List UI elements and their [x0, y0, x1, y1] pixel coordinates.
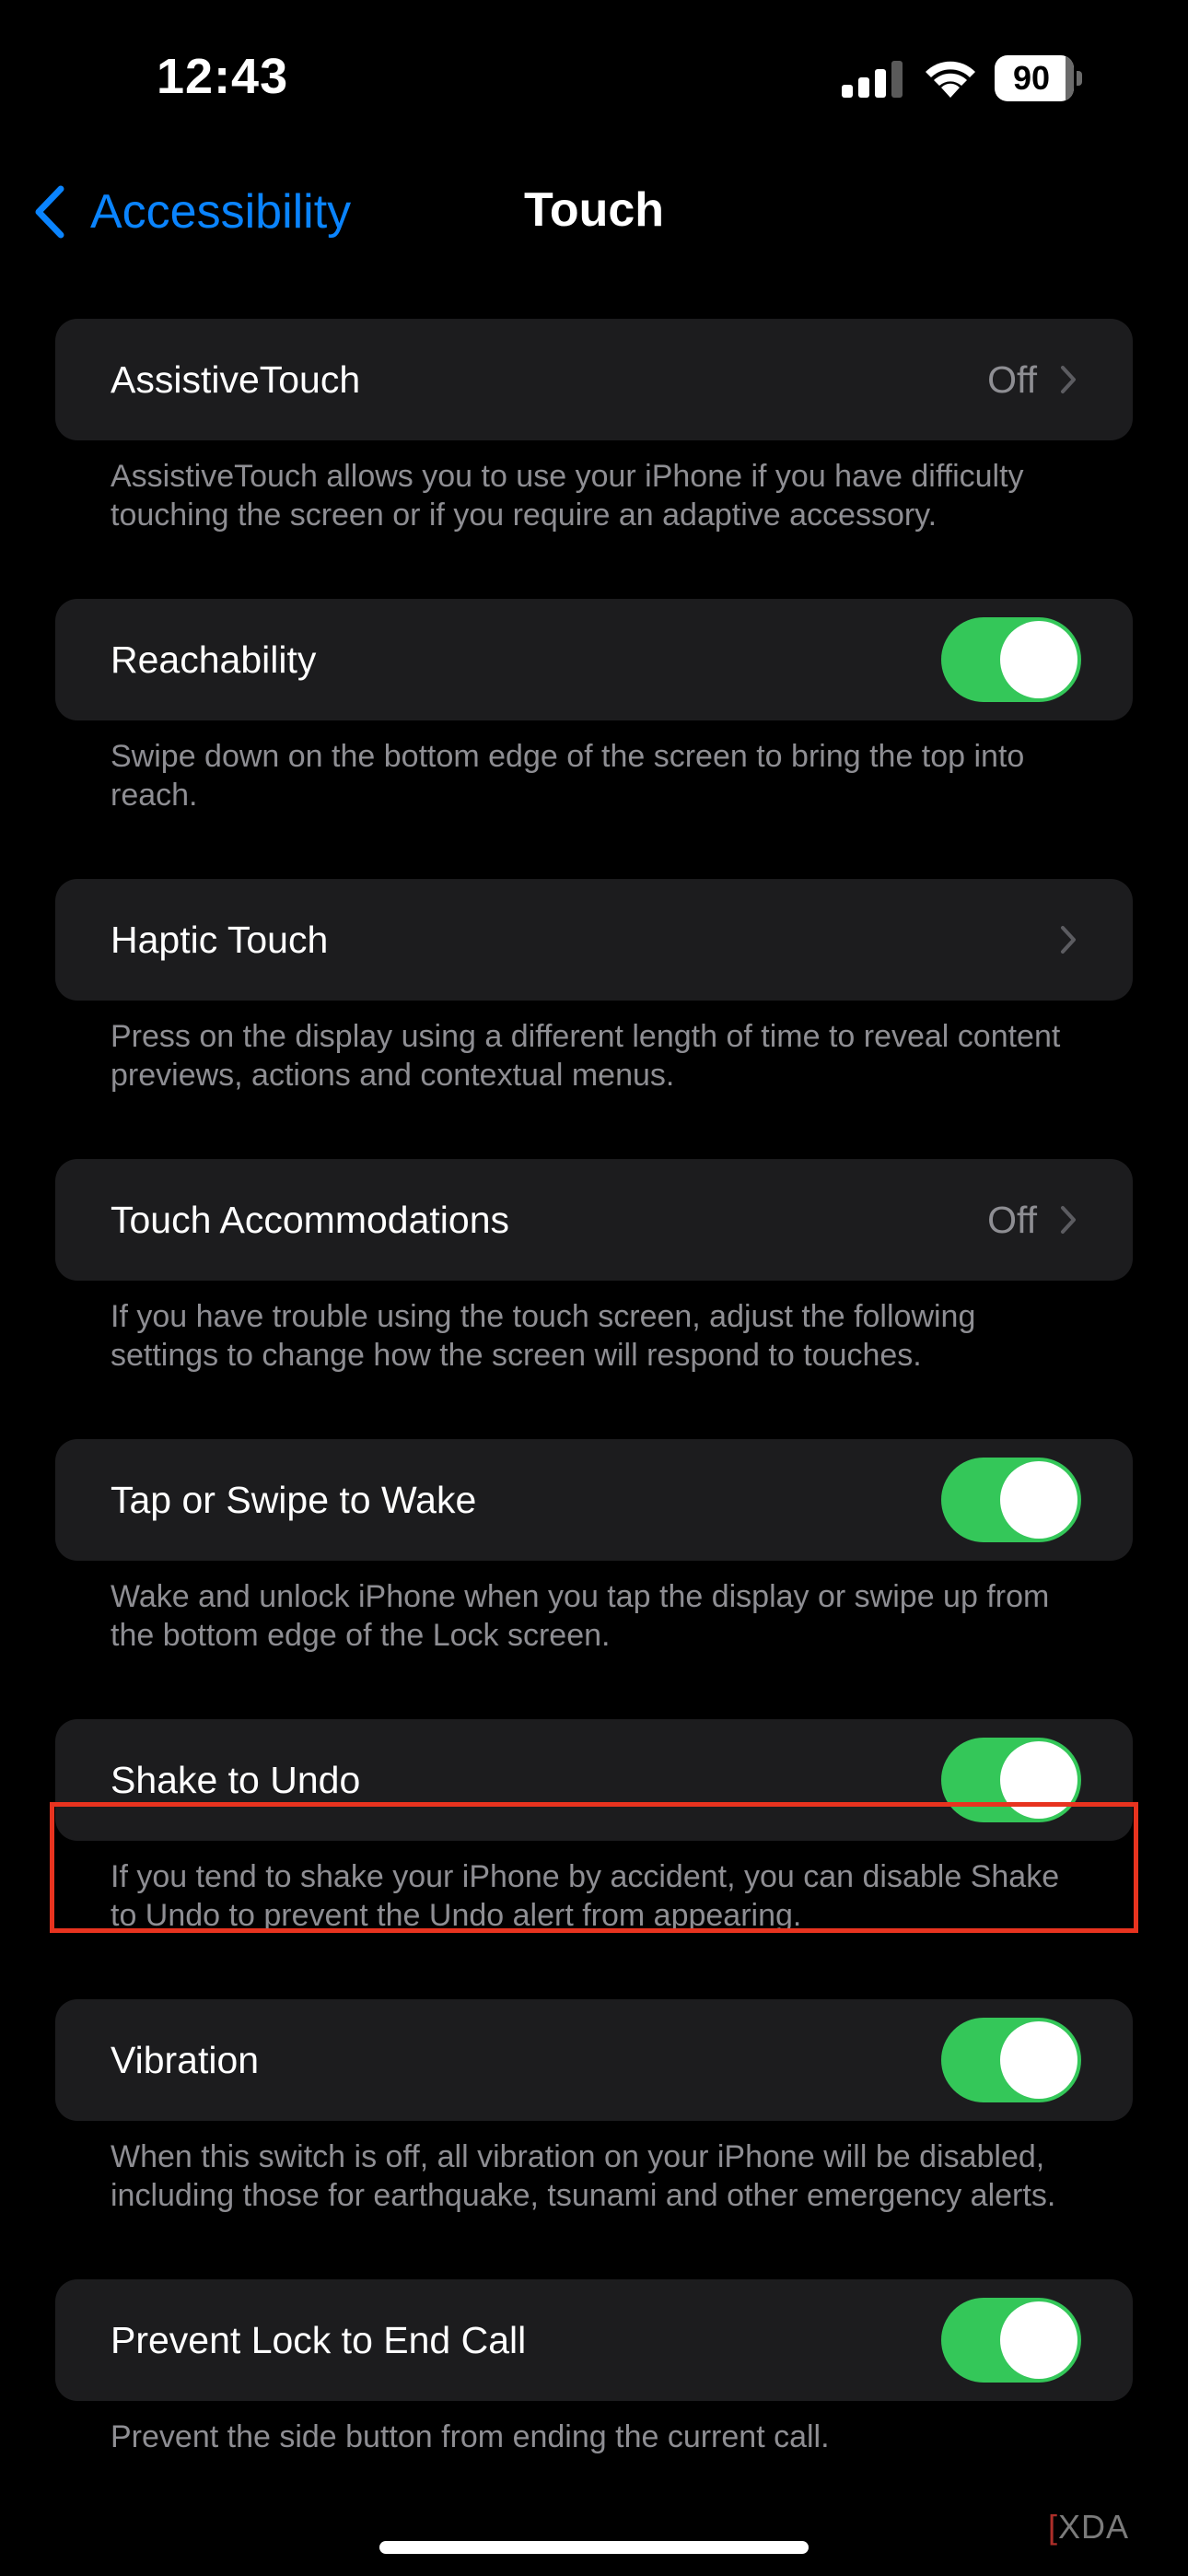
chevron-right-icon: [1061, 926, 1076, 954]
battery-percent: 90: [1012, 59, 1051, 97]
assistivetouch-row[interactable]: AssistiveTouch Off: [55, 319, 1133, 440]
prevent-lock-to-end-call-footer: Prevent the side button from ending the …: [111, 2419, 830, 2454]
status-time: 12:43: [157, 49, 289, 104]
toggle-knob: [1000, 1741, 1077, 1819]
xda-watermark: [XDA: [1048, 2508, 1130, 2546]
tap-or-swipe-to-wake-toggle[interactable]: [941, 1458, 1081, 1542]
chevron-right-icon: [1061, 366, 1076, 393]
tap-or-swipe-to-wake-label: Tap or Swipe to Wake: [111, 1478, 477, 1521]
toggle-knob: [1000, 2301, 1077, 2379]
vibration-row: Vibration: [55, 1999, 1133, 2121]
home-indicator[interactable]: [379, 2541, 809, 2554]
status-bar: 12:43 90: [0, 0, 1188, 157]
cellular-signal-icon: [842, 61, 903, 98]
vibration-footer: When this switch is off, all vibration o…: [111, 2139, 1056, 2213]
vibration-label: Vibration: [111, 2038, 260, 2081]
shake-to-undo-label: Shake to Undo: [111, 1758, 361, 1801]
reachability-label: Reachability: [111, 638, 317, 681]
reachability-toggle[interactable]: [941, 617, 1081, 702]
settings-group-reachability: Reachability Swipe down on the bottom ed…: [55, 599, 1133, 814]
navigation-bar: Accessibility Touch: [0, 157, 1188, 267]
touch-accommodations-footer: If you have trouble using the touch scre…: [111, 1299, 976, 1373]
vibration-toggle[interactable]: [941, 2018, 1081, 2102]
settings-group-tap-or-swipe-to-wake: Tap or Swipe to Wake Wake and unlock iPh…: [55, 1439, 1133, 1655]
chevron-right-icon: [1061, 1206, 1076, 1234]
battery-icon: 90: [995, 55, 1083, 101]
assistivetouch-value: Off: [987, 357, 1037, 401]
settings-list: AssistiveTouch Off AssistiveTouch allows…: [0, 319, 1188, 2456]
touch-accommodations-label: Touch Accommodations: [111, 1198, 510, 1241]
reachability-row: Reachability: [55, 599, 1133, 720]
shake-to-undo-row: Shake to Undo: [55, 1719, 1133, 1841]
haptic-touch-footer: Press on the display using a different l…: [111, 1019, 1061, 1093]
toggle-knob: [1000, 1461, 1077, 1539]
prevent-lock-to-end-call-label: Prevent Lock to End Call: [111, 2318, 527, 2361]
prevent-lock-to-end-call-toggle[interactable]: [941, 2298, 1081, 2383]
touch-accommodations-value: Off: [987, 1198, 1037, 1241]
shake-to-undo-toggle[interactable]: [941, 1738, 1081, 1822]
touch-accommodations-row[interactable]: Touch Accommodations Off: [55, 1159, 1133, 1281]
tap-or-swipe-to-wake-row: Tap or Swipe to Wake: [55, 1439, 1133, 1561]
prevent-lock-to-end-call-row: Prevent Lock to End Call: [55, 2279, 1133, 2401]
toggle-knob: [1000, 2021, 1077, 2099]
tap-or-swipe-to-wake-footer: Wake and unlock iPhone when you tap the …: [111, 1579, 1050, 1653]
assistivetouch-label: AssistiveTouch: [111, 357, 361, 401]
haptic-touch-row[interactable]: Haptic Touch: [55, 879, 1133, 1001]
shake-to-undo-footer: If you tend to shake your iPhone by acci…: [111, 1859, 1060, 1933]
assistivetouch-footer: AssistiveTouch allows you to use your iP…: [111, 459, 1024, 533]
settings-group-haptic-touch: Haptic Touch Press on the display using …: [55, 879, 1133, 1095]
watermark-text: XDA: [1058, 2508, 1130, 2546]
page-title: Touch: [523, 183, 665, 237]
wifi-icon: [926, 61, 975, 98]
haptic-touch-label: Haptic Touch: [111, 918, 329, 961]
settings-group-touch-accommodations: Touch Accommodations Off If you have tro…: [55, 1159, 1133, 1375]
settings-group-vibration: Vibration When this switch is off, all v…: [55, 1999, 1133, 2215]
settings-group-shake-to-undo: Shake to Undo If you tend to shake your …: [55, 1719, 1133, 1935]
settings-group-prevent-lock-to-end-call: Prevent Lock to End Call Prevent the sid…: [55, 2279, 1133, 2456]
reachability-footer: Swipe down on the bottom edge of the scr…: [111, 739, 1025, 813]
toggle-knob: [1000, 621, 1077, 698]
settings-group-assistivetouch: AssistiveTouch Off AssistiveTouch allows…: [55, 319, 1133, 534]
